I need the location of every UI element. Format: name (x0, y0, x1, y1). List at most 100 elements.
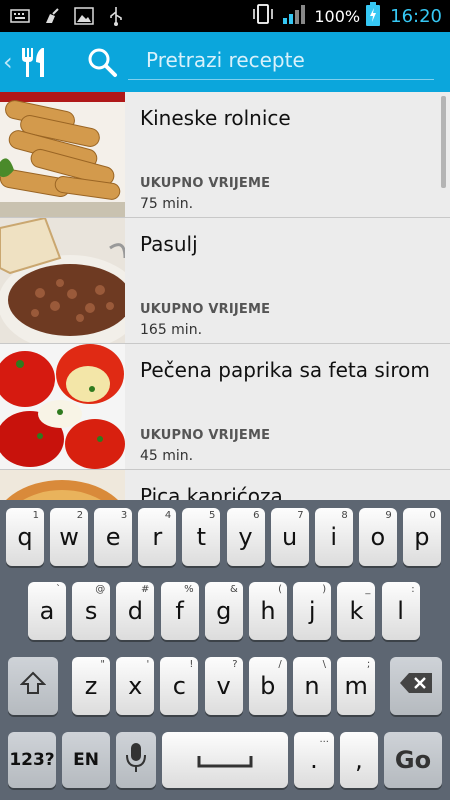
key-secondary: 8 (341, 510, 348, 521)
shift-icon (19, 670, 47, 702)
key-label: n (304, 672, 320, 700)
total-time-value: 75 min. (140, 196, 194, 212)
key-f[interactable]: % f (160, 582, 199, 640)
key-secondary: 0 (429, 510, 436, 521)
key-secondary: ! (189, 659, 194, 670)
key-j[interactable]: ) j (293, 582, 332, 640)
key-label: w (59, 523, 79, 551)
recipe-title: Pečena paprika sa feta sirom (140, 358, 430, 382)
key-e[interactable]: 3e (94, 508, 133, 566)
key-x[interactable]: ' x (116, 657, 155, 715)
fork-knife-icon[interactable] (16, 44, 52, 80)
cleaner-icon (42, 6, 62, 26)
keyboard-icon (10, 6, 30, 26)
recipe-image-spring-rolls (0, 92, 125, 217)
recipe-list[interactable]: Kineske rolnice UKUPNO VRIJEME 75 min. P… (0, 92, 450, 500)
key-g[interactable]: & g (204, 582, 243, 640)
key-label: c (172, 672, 186, 700)
list-scrollbar[interactable] (441, 96, 446, 188)
key-r[interactable]: 4r (138, 508, 177, 566)
recipe-image-bean-stew (0, 218, 125, 343)
key-b[interactable]: / b (248, 657, 287, 715)
key-label: j (308, 597, 316, 625)
key-s[interactable]: @ s (72, 582, 111, 640)
period-key[interactable]: ... . (294, 732, 334, 788)
comma-key[interactable]: , (340, 732, 378, 788)
key-secondary: 1 (32, 510, 39, 521)
total-time-label: UKUPNO VRIJEME (140, 428, 271, 443)
battery-charging-icon (366, 2, 381, 30)
signal-icon (282, 3, 308, 29)
action-bar: ‹ (0, 32, 450, 92)
key-y[interactable]: 6y (226, 508, 265, 566)
key-secondary: 3 (120, 510, 128, 521)
key-label: s (84, 597, 98, 625)
key-secondary: ) (322, 584, 327, 595)
key-n[interactable]: \ n (293, 657, 331, 715)
key-secondary: 2 (76, 510, 84, 521)
language-key[interactable]: EN (62, 732, 110, 788)
key-m[interactable]: ; m (337, 657, 376, 715)
key-d[interactable]: # d (116, 582, 155, 640)
key-label: o (370, 523, 386, 551)
key-a[interactable]: ` a (28, 582, 66, 640)
recipe-image-roasted-peppers (0, 344, 125, 469)
symbols-key[interactable]: 123? (8, 732, 56, 788)
key-label: a (39, 597, 55, 625)
key-q[interactable]: 1q (6, 508, 44, 566)
key-o[interactable]: 9o (358, 508, 397, 566)
key-c[interactable]: ! c (160, 657, 199, 715)
space-key[interactable] (162, 732, 288, 788)
key-secondary: \ (322, 659, 326, 670)
key-label: p (414, 523, 430, 551)
key-i[interactable]: 8i (314, 508, 353, 566)
key-p[interactable]: 0p (402, 508, 441, 566)
usb-icon (106, 6, 126, 26)
recipe-title: Pica kaprićoza (140, 484, 283, 500)
key-secondary: 6 (253, 510, 260, 521)
key-w[interactable]: 2w (50, 508, 89, 566)
key-secondary: 4 (164, 510, 172, 521)
key-u[interactable]: 7u (270, 508, 309, 566)
key-secondary: _ (365, 584, 371, 595)
shift-key[interactable] (8, 657, 58, 715)
key-label: l (397, 597, 404, 625)
key-label: f (175, 597, 184, 625)
key-z[interactable]: " z (72, 657, 110, 715)
key-secondary: ( (278, 584, 282, 595)
search-icon[interactable] (86, 46, 118, 78)
key-label: k (349, 597, 364, 625)
key-secondary: 5 (209, 510, 216, 521)
key-label: d (127, 597, 143, 625)
key-l[interactable]: :l (381, 582, 420, 640)
backspace-icon (399, 672, 433, 700)
back-chevron-icon[interactable]: ‹ (3, 48, 13, 76)
list-item[interactable]: Pečena paprika sa feta sirom UKUPNO VRIJ… (0, 344, 450, 470)
search-input[interactable] (128, 40, 434, 80)
list-item[interactable]: Kineske rolnice UKUPNO VRIJEME 75 min. (0, 92, 450, 218)
total-time-value: 165 min. (140, 322, 203, 338)
key-secondary: 9 (385, 510, 392, 521)
key-secondary: : (411, 584, 415, 595)
list-item[interactable]: Pica kaprićoza (0, 470, 450, 500)
key-h[interactable]: (h (249, 582, 287, 640)
key-secondary: # (141, 584, 150, 595)
microphone-key[interactable] (116, 732, 156, 788)
key-label: e (105, 523, 121, 551)
key-t[interactable]: 5t (182, 508, 221, 566)
total-time-label: UKUPNO VRIJEME (140, 302, 271, 317)
go-key[interactable]: Go (384, 732, 442, 788)
key-secondary: " (100, 659, 105, 670)
list-item[interactable]: Pasulj UKUPNO VRIJEME 165 min. (0, 218, 450, 344)
key-label: b (260, 672, 276, 700)
key-secondary: / (278, 659, 282, 670)
backspace-key[interactable] (390, 657, 442, 715)
battery-percent: 100% (314, 6, 361, 26)
microphone-icon (125, 741, 147, 779)
key-label: z (84, 672, 98, 700)
key-v[interactable]: ? v (204, 657, 243, 715)
space-icon (197, 746, 253, 774)
key-k[interactable]: _ k (337, 582, 376, 640)
vibrate-icon (250, 3, 276, 29)
key-label: y (238, 523, 253, 551)
